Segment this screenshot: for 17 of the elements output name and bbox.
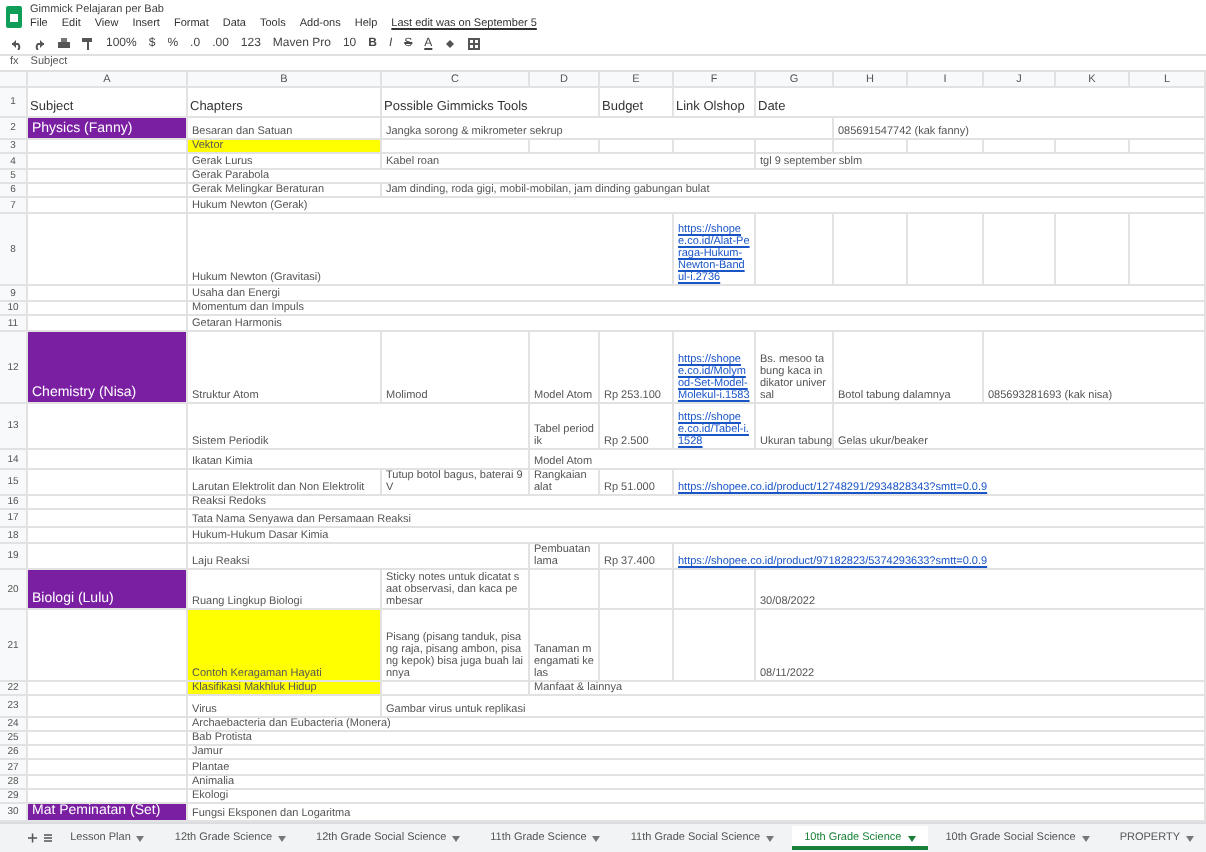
caret-icon[interactable]	[452, 835, 461, 841]
caret-icon[interactable]	[1081, 835, 1090, 841]
caret-icon[interactable]	[278, 835, 287, 841]
caret-icon[interactable]	[907, 835, 916, 841]
caret-icon[interactable]	[592, 835, 601, 841]
paint-format-icon[interactable]	[82, 38, 94, 50]
caret-icon[interactable]	[766, 835, 775, 841]
sheets-logo-icon[interactable]	[6, 6, 22, 28]
caret-icon[interactable]	[136, 835, 145, 841]
print-icon[interactable]	[58, 38, 70, 50]
add-sheet-icon[interactable]	[28, 832, 38, 844]
redo-icon[interactable]	[34, 38, 46, 50]
caret-icon[interactable]	[1186, 835, 1194, 841]
undo-icon[interactable]	[10, 38, 22, 50]
borders-icon[interactable]	[468, 38, 481, 50]
sheet-list-icon[interactable]	[43, 832, 53, 844]
fill-color-icon[interactable]	[444, 38, 457, 50]
